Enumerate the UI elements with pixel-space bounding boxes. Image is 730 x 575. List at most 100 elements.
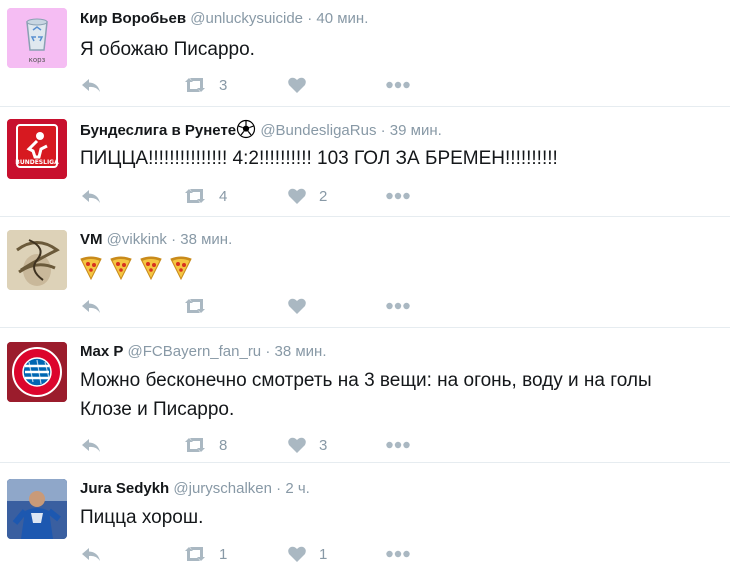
reply-icon [82, 548, 100, 561]
svg-text:BUNDESLIGA: BUNDESLIGA [15, 159, 59, 166]
separator: · [171, 231, 177, 248]
author-name[interactable]: Jura Sedykh [80, 480, 169, 497]
author-handle[interactable]: @vikkink [107, 231, 167, 248]
more-button[interactable] [386, 544, 410, 564]
more-button[interactable] [386, 296, 410, 316]
separator: · [307, 10, 313, 27]
heart-icon [288, 188, 306, 204]
heart-icon [288, 437, 306, 453]
separator: · [380, 122, 386, 139]
more-dots-icon [386, 550, 410, 558]
retweet-count: 3 [219, 76, 228, 94]
reply-button[interactable] [80, 544, 102, 564]
like-button[interactable]: 1 [287, 544, 327, 564]
avatar[interactable]: корз [7, 8, 67, 68]
tweet-actions [80, 296, 440, 316]
heart-icon [288, 546, 306, 562]
tweet-text: Я обожаю Писарро. [80, 39, 255, 60]
heart-icon [288, 298, 306, 314]
author-name[interactable]: Бундеслига в Рунете [80, 122, 236, 139]
reply-icon [82, 190, 100, 203]
timestamp[interactable]: 2 ч. [285, 480, 310, 497]
avatar[interactable]: BUNDESLIGA [7, 119, 67, 179]
recycle-bin-icon: корз [7, 8, 67, 68]
reply-icon [82, 79, 100, 92]
like-count: 1 [319, 545, 328, 563]
tweet: Jura Sedykh @juryschalken · 2 ч. Пицца х… [0, 463, 730, 575]
tweet-text: Можно бесконечно смотреть на 3 вещи: на … [80, 370, 652, 420]
more-button[interactable] [386, 75, 410, 95]
more-dots-icon [386, 441, 410, 449]
tweet-text [80, 254, 710, 280]
tweet-header: VM @vikkink · 38 мин. [80, 230, 232, 250]
reply-button[interactable] [80, 435, 102, 455]
bundesliga-logo: BUNDESLIGA [7, 119, 67, 179]
reply-icon [82, 439, 100, 452]
retweet-icon [185, 78, 205, 92]
soccer-ball-icon [237, 119, 256, 139]
tweet-header: Jura Sedykh @juryschalken · 2 ч. [80, 479, 310, 499]
timestamp[interactable]: 39 мин. [390, 122, 442, 139]
tweet-header: Max P @FCBayern_fan_ru · 38 мин. [80, 342, 327, 362]
retweet-button[interactable] [183, 296, 219, 316]
retweet-button[interactable]: 3 [183, 75, 227, 95]
retweet-icon [185, 299, 205, 313]
tweet-actions: 1 1 [80, 544, 440, 564]
pizza-icon [110, 256, 132, 280]
tweet-actions: 8 3 [80, 435, 440, 455]
author-name[interactable]: VM [80, 231, 103, 248]
reply-button[interactable] [80, 186, 102, 206]
retweet-button[interactable]: 8 [183, 435, 227, 455]
reply-icon [82, 300, 100, 313]
reply-button[interactable] [80, 296, 102, 316]
tweet: корз Кир Воробьев @unluckysuicide · 40 м… [0, 0, 730, 107]
reply-button[interactable] [80, 75, 102, 95]
retweet-count: 8 [219, 436, 228, 454]
more-dots-icon [386, 302, 410, 310]
author-name[interactable]: Кир Воробьев [80, 10, 186, 27]
more-dots-icon [386, 81, 410, 89]
player-photo [7, 479, 67, 539]
tweet-actions: 3 [80, 75, 440, 95]
like-button[interactable] [287, 75, 319, 95]
like-count: 3 [319, 436, 328, 454]
bayern-badge [7, 342, 67, 402]
retweet-count: 1 [219, 545, 228, 563]
heart-icon [288, 77, 306, 93]
avatar[interactable] [7, 479, 67, 539]
separator: · [276, 480, 282, 497]
timestamp[interactable]: 38 мин. [275, 343, 327, 360]
monogram-avatar [7, 230, 67, 290]
separator: · [265, 343, 271, 360]
like-button[interactable]: 2 [287, 186, 327, 206]
like-button[interactable] [287, 296, 319, 316]
pizza-emoji-row [80, 256, 710, 280]
avatar[interactable] [7, 342, 67, 402]
timestamp[interactable]: 38 мин. [180, 231, 232, 248]
tweet-text: ПИЦЦА!!!!!!!!!!!!!!! 4:2!!!!!!!!!! 103 Г… [80, 148, 558, 169]
retweet-icon [185, 438, 205, 452]
like-button[interactable]: 3 [287, 435, 327, 455]
pizza-icon [140, 256, 162, 280]
svg-text:корз: корз [29, 56, 46, 64]
retweet-button[interactable]: 1 [183, 544, 227, 564]
tweet-actions: 4 2 [80, 186, 440, 206]
pizza-icon [170, 256, 192, 280]
author-handle[interactable]: @unluckysuicide [190, 10, 303, 27]
more-dots-icon [386, 192, 410, 200]
retweet-icon [185, 547, 205, 561]
timestamp[interactable]: 40 мин. [316, 10, 368, 27]
retweet-count: 4 [219, 187, 228, 205]
author-handle[interactable]: @juryschalken [173, 480, 272, 497]
avatar[interactable] [7, 230, 67, 290]
retweet-button[interactable]: 4 [183, 186, 227, 206]
tweet: VM @vikkink · 38 мин. [0, 217, 730, 328]
more-button[interactable] [386, 435, 410, 455]
tweet: Max P @FCBayern_fan_ru · 38 мин. Можно б… [0, 328, 730, 463]
retweet-icon [185, 189, 205, 203]
author-handle[interactable]: @BundesligaRus [260, 122, 376, 139]
more-button[interactable] [386, 186, 410, 206]
author-name[interactable]: Max P [80, 343, 123, 360]
author-handle[interactable]: @FCBayern_fan_ru [128, 343, 262, 360]
tweet: BUNDESLIGA Бундеслига в Рунете @Bundesli… [0, 107, 730, 217]
